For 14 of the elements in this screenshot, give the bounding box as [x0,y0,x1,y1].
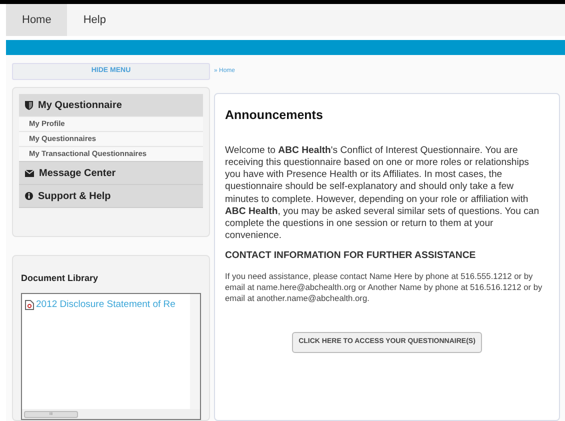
intro-paragraph: Welcome to ABC Health's Conflict of Interest Questionnaire. You are receiving this questionnaire based on one or more roles or relationships you have with Presence Health or its Affiliates. In most cases, the questionnaire should be self-explanatory and should only take a few minutes to complete. However, depending on your role or affiliation with ABC Health, you may be asked several similar sets of questions. You can complete the questions in one session or return to them at your convenience. [225,144,540,242]
menu-section[interactable]: Message Center [19,162,203,184]
nav-tab[interactable]: Home [6,4,68,36]
pdf-document-icon [25,300,34,310]
menu-section[interactable]: Support & Help [19,185,203,207]
announcements-title: Announcements [225,107,324,124]
info-icon [25,192,33,200]
contact-paragraph: If you need assistance, please contact Name Here by phone at 516.555.1212 or by email at name.here@abchealth.org or Another Name by phone at 516.516.1212 or by email at another.name@abchealth.org. [225,270,544,304]
document-library-title: Document Library [21,272,100,285]
nav-tab[interactable]: Help [67,4,122,36]
menu-section[interactable]: My Questionnaire [19,94,203,116]
envelope-icon [25,170,34,176]
shield-icon [25,100,33,110]
contact-heading: CONTACT INFORMATION FOR FURTHER ASSISTANCE [225,249,477,264]
